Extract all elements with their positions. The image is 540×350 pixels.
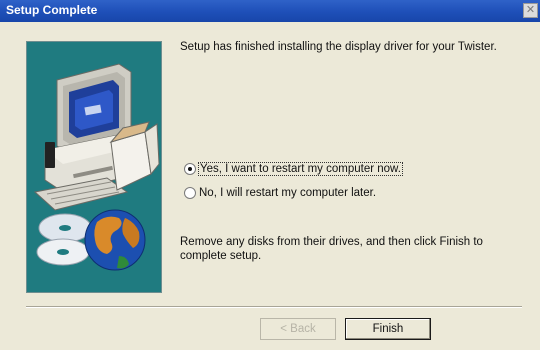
close-button[interactable]: ✕ <box>523 3 538 18</box>
restart-later-label[interactable]: No, I will restart my computer later. <box>199 187 376 199</box>
close-icon: ✕ <box>525 4 536 16</box>
title-bar[interactable]: Setup Complete ✕ <box>0 0 540 22</box>
separator-line <box>26 306 522 308</box>
finish-button[interactable]: Finish <box>345 318 431 340</box>
window-title: Setup Complete <box>6 3 98 17</box>
cd-disc-icon <box>36 213 92 266</box>
instructions-text: Remove any disks from their drives, and … <box>180 236 483 262</box>
setup-banner-image <box>26 41 162 293</box>
banner-illustration <box>33 63 160 271</box>
radio-restart-now[interactable] <box>184 163 196 175</box>
restart-now-option[interactable]: Yes, I want to restart my computer now. <box>184 162 403 176</box>
restart-later-option[interactable]: No, I will restart my computer later. <box>184 187 376 199</box>
globe-icon <box>84 209 146 271</box>
back-button[interactable]: < Back <box>260 318 336 340</box>
computer-icon <box>33 63 160 211</box>
completion-message: Setup has finished installing the displa… <box>180 41 497 53</box>
setup-complete-dialog: Setup Complete ✕ Setup has finished inst… <box>0 0 540 350</box>
restart-now-label[interactable]: Yes, I want to restart my computer now. <box>198 162 403 176</box>
radio-restart-later[interactable] <box>184 187 196 199</box>
